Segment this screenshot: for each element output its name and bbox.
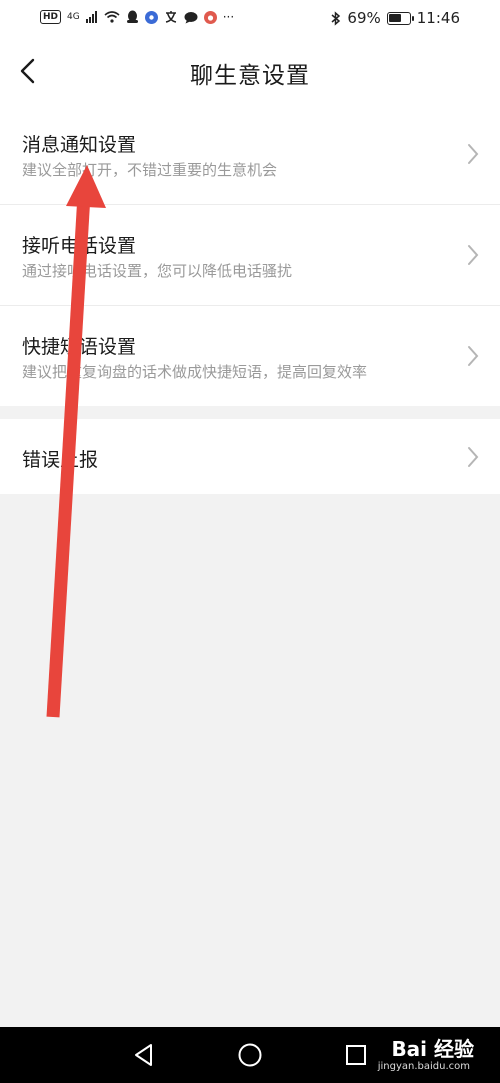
translate-icon [165,11,176,23]
battery-icon [386,11,414,25]
item-title: 消息通知设置 [22,134,137,156]
wifi-icon [104,11,120,23]
chevron-right-icon [468,144,479,164]
app-header: 聊生意设置 [0,38,500,104]
status-right: 69% 11:46 [331,9,460,27]
nav-back-button[interactable] [130,1041,158,1069]
page-title: 聊生意设置 [190,63,310,89]
music-app-icon [144,10,158,24]
battery-percent: 69% [347,9,381,27]
item-title: 错误上报 [22,449,99,471]
message-icon [184,11,198,23]
item-subtitle: 建议把重复询盘的话术做成快捷短语，提高回复效率 [22,363,368,381]
more-notifications-icon: ··· [222,10,235,24]
item-subtitle: 通过接听电话设置，您可以降低电话骚扰 [22,262,293,280]
status-bar: HD 4G ··· 69% 11:46 [0,0,500,38]
square-recents-icon [346,1045,366,1065]
triangle-back-icon [135,1044,152,1066]
weibo-icon [203,10,217,24]
chevron-right-icon [468,245,479,265]
status-left: HD 4G ··· [40,10,234,24]
chevron-right-icon [468,346,479,366]
circle-home-icon [238,1043,262,1067]
settings-group: 消息通知设置 建议全部打开，不错过重要的生意机会 接听电话设置 通过接听电话设置… [0,104,500,406]
item-subtitle: 建议全部打开，不错过重要的生意机会 [22,161,278,179]
quick-phrase-settings-item[interactable]: 快捷短语设置 建议把重复询盘的话术做成快捷短语，提高回复效率 [0,306,500,406]
watermark-logo: Bai 经验 [391,1037,474,1061]
bluetooth-icon [331,10,341,26]
battery-fill [389,14,402,22]
call-answer-settings-item[interactable]: 接听电话设置 通过接听电话设置，您可以降低电话骚扰 [0,205,500,306]
item-title: 接听电话设置 [22,235,137,257]
nav-recents-button[interactable] [342,1041,370,1069]
chevron-right-icon [468,447,479,467]
network-type: 4G [67,12,80,22]
clock: 11:46 [416,9,460,27]
watermark-url: jingyan.baidu.com [377,1061,470,1072]
signal-icon [85,11,97,23]
qq-icon [126,10,138,23]
error-report-item[interactable]: 错误上报 [0,419,500,494]
system-navigation-bar: Bai 经验 jingyan.baidu.com [0,1027,500,1083]
hd-badge: HD [40,10,62,24]
nav-home-button[interactable] [236,1041,264,1069]
message-notification-settings-item[interactable]: 消息通知设置 建议全部打开，不错过重要的生意机会 [0,104,500,205]
item-title: 快捷短语设置 [22,336,137,358]
